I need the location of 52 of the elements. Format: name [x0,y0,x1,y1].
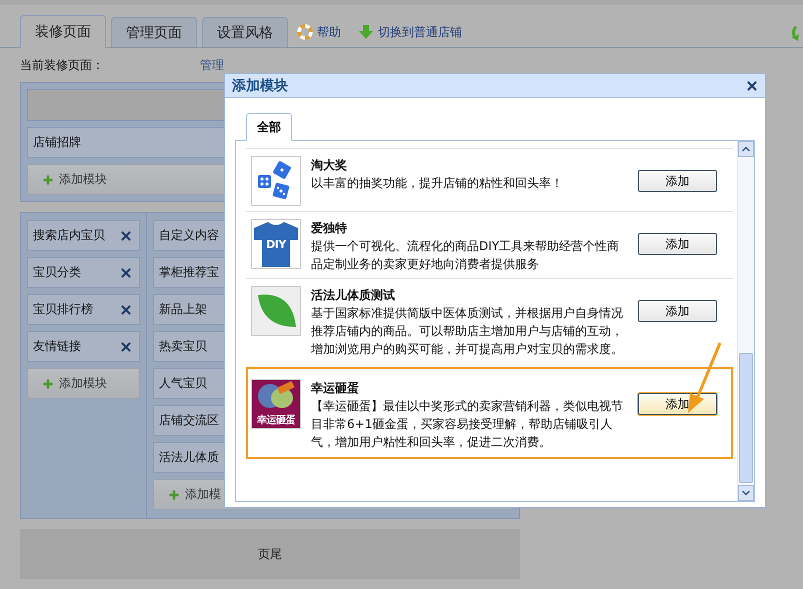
add-module-button[interactable]: 添加模块 [27,368,140,399]
add-button[interactable]: 添加 [638,170,717,192]
page-tab[interactable]: 装修页面 [20,15,106,48]
remove-icon[interactable] [119,340,133,354]
add-button[interactable]: 添加 [638,300,717,322]
add-button[interactable]: 添加 [638,233,717,255]
module-name: 幸运砸蛋 [311,380,360,397]
page-tab[interactable]: 管理页面 [111,17,197,47]
module-item[interactable]: 宝贝排行榜 [27,294,140,325]
module-label: 宝贝分类 [33,264,81,281]
plus-icon [42,378,54,390]
module-item[interactable]: 友情链接 [27,331,140,362]
switch-store-link[interactable]: 切换到普通店铺 [358,17,462,47]
close-button[interactable] [745,78,759,92]
module-description: 以丰富的抽奖功能，提升店铺的粘性和回头率！ [311,175,564,192]
icon-label: 幸运砸蛋 [256,414,296,427]
module-label: 自定义内容 [159,227,219,244]
module-description: 【幸运砸蛋】最佳以中奖形式的卖家营销利器，类似电视节目非常6+1砸金蛋，买家容易接受理解，帮助店铺吸引人气，增加用户粘性和回头率，促进二次消费。 [311,398,624,451]
remove-icon[interactable] [119,228,133,242]
help-link[interactable]: 帮助 [297,17,341,47]
footer-section[interactable]: 页尾 [20,529,520,579]
tshirt-icon [252,220,300,268]
down-arrow-icon [358,24,374,40]
plus-icon [42,174,54,186]
dialog-title: 添加模块 [232,76,288,94]
module-item[interactable]: 搜索店内宝贝 [27,220,140,251]
current-page-label: 当前装修页面： [20,56,105,74]
module-label: 人气宝贝 [159,375,207,392]
module-description: 基于国家标准提供简版中医体质测试，并根据用户自身情况推荐店铺内的商品。可以帮助店主增加用户与店铺的互动，增加浏览用户的购买可能，并可提高用户对宝贝的需求度。 [311,305,624,358]
add-button[interactable]: 添加 [638,393,717,415]
remove-icon[interactable] [119,266,133,280]
remove-icon[interactable] [119,302,133,316]
module-name: 爱独特 [311,220,348,237]
module-label: 搜索店内宝贝 [33,227,105,244]
module-item[interactable]: 宝贝分类 [27,257,140,288]
icon-label: DIY [265,238,288,251]
manage-link[interactable]: 管理 [200,56,224,74]
page-tab[interactable]: 设置风格 [202,17,288,47]
lifebuoy-icon [297,24,313,40]
category-tab[interactable]: 全部 [246,113,292,141]
module-name: 活法儿体质测试 [311,287,396,304]
module-label: 友情链接 [33,338,81,355]
module-label: 店铺交流区 [159,412,219,429]
module-label: 掌柜推荐宝 [159,264,219,281]
module-name: 淘大奖 [311,157,348,174]
plus-icon [168,488,180,500]
module-label: 新品上架 [159,301,207,318]
scrollbar[interactable] [737,141,754,501]
module-label: 活法儿体质 [159,449,219,466]
module-description: 提供一个可视化、流程化的商品DIY工具来帮助经营个性商品定制业务的卖家更好地向消费者提供服务 [311,238,620,273]
module-label: 宝贝排行榜 [33,301,93,318]
module-label: 热卖宝贝 [159,338,207,355]
